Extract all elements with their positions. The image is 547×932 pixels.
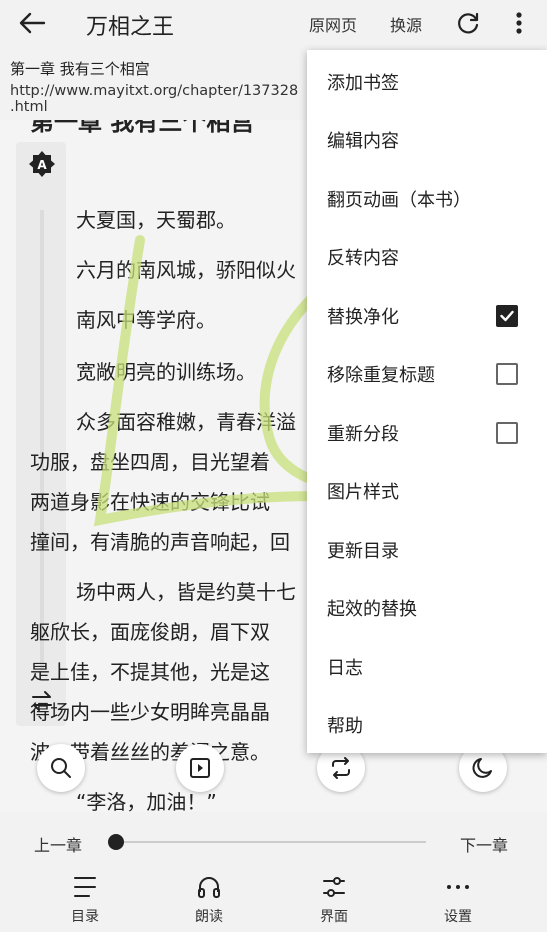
text-line: 场中两人，皆是约莫十七 [76,580,296,604]
menu-item-label: 更新目录 [327,541,399,562]
replace-purify-checkbox[interactable] [496,305,518,327]
text-line: 撞间，有清脆的声音响起，回 [30,530,290,554]
menu-item-image-style[interactable]: 图片样式 [307,461,547,519]
menu-item-label: 日志 [327,658,363,679]
text-line: 众多面容稚嫩，青春洋溢 [76,410,296,434]
menu-item-add-bookmark[interactable]: 添加书签 [307,52,547,110]
check-icon [500,310,514,322]
chapter-url: http://www.mayitxt.org/chapter/137328 [10,83,299,99]
text-line: 南风中等学府。 [76,308,216,332]
auto-page-button[interactable] [176,744,224,792]
text-line: 六月的南风城，骄阳似火 [76,258,296,282]
menu-item-label: 重新分段 [327,424,399,445]
text-line: 宽敞明亮的训练场。 [76,360,256,384]
repeat-icon [332,757,350,779]
nav-catalog[interactable]: 目录 [45,872,125,932]
nav-interface[interactable]: 界面 [294,872,374,932]
more-vertical-icon[interactable] [510,10,528,36]
menu-item-help[interactable]: 帮助 [307,695,547,753]
text-line: 大夏国，天蜀郡。 [76,208,236,232]
source-page-button[interactable]: 原网页 [309,12,357,36]
menu-item-label: 起效的替换 [327,599,417,620]
more-horizontal-icon [447,885,469,889]
text-line: 躯欣长，面庞俊朗，眉下双 [30,620,270,644]
menu-item-label: 反转内容 [327,248,399,269]
overflow-menu: 添加书签 编辑内容 翻页动画（本书） 反转内容 替换净化 移除重复标题 重新分段… [307,50,547,753]
menu-item-label: 替换净化 [327,307,399,328]
auto-page-icon [190,758,210,778]
menu-item-label: 翻页动画（本书） [327,190,471,211]
text-line: 两道身影在快速的交锋比试 [30,490,270,514]
chapter-name: 第一章 我有三个相宫 [10,60,150,78]
book-title: 万相之王 [86,15,175,40]
text-line: 功服，盘坐四周，目光望着 [30,450,270,474]
menu-item-replace-purify[interactable]: 替换净化 [307,286,547,344]
chapter-info: 第一章 我有三个相宫 http://www.mayitxt.org/chapte… [10,58,310,118]
menu-item-reverse-content[interactable]: 反转内容 [307,227,547,285]
nav-settings[interactable]: 设置 [418,872,498,932]
menu-item-label: 添加书签 [327,73,399,94]
menu-item-edit-content[interactable]: 编辑内容 [307,110,547,168]
nav-label: 界面 [320,909,348,925]
list-icon [74,877,96,897]
nav-label: 朗读 [195,909,223,925]
moon-icon [472,758,492,778]
nav-label: 目录 [71,909,99,925]
refresh-icon[interactable] [455,11,481,37]
menu-item-label: 帮助 [327,716,363,737]
prev-chapter-button[interactable]: 上一章 [34,832,82,856]
change-source-button[interactable]: 换源 [390,12,422,36]
back-arrow-icon[interactable] [18,10,46,36]
text-line: 是上佳，不提其他，光是这 [30,660,270,684]
headphones-icon [198,877,220,898]
menu-item-active-replacements[interactable]: 起效的替换 [307,578,547,636]
top-bar: 万相之王 原网页 换源 [0,0,547,46]
search-icon [51,758,71,778]
nav-label: 设置 [444,909,472,925]
menu-item-label: 编辑内容 [327,131,399,152]
next-chapter-button[interactable]: 下一章 [460,832,508,856]
search-button[interactable] [37,744,85,792]
menu-item-page-animation[interactable]: 翻页动画（本书） [307,169,547,227]
menu-item-log[interactable]: 日志 [307,637,547,695]
re-segment-checkbox[interactable] [496,422,518,444]
bottom-bar: 上一章 下一章 目录 朗读 界面 设置 [0,812,547,932]
nav-read-aloud[interactable]: 朗读 [169,872,249,932]
auto-brightness-icon[interactable]: A [28,150,56,178]
remove-duplicate-title-checkbox[interactable] [496,363,518,385]
chapter-progress-track[interactable] [116,841,426,843]
menu-item-label: 移除重复标题 [327,365,435,386]
chapter-heading: 第一章 我有三个相宫 [30,120,255,136]
menu-item-update-toc[interactable]: 更新目录 [307,520,547,578]
svg-text:A: A [37,158,47,172]
menu-item-re-segment[interactable]: 重新分段 [307,403,547,461]
menu-item-remove-duplicate-title[interactable]: 移除重复标题 [307,344,547,402]
brightness-slider[interactable] [40,210,44,670]
text-line: 得场内一些少女明眸亮晶晶 [30,700,270,724]
sliders-icon [323,877,345,897]
chapter-progress-thumb[interactable] [108,834,124,850]
menu-item-label: 图片样式 [327,482,399,503]
